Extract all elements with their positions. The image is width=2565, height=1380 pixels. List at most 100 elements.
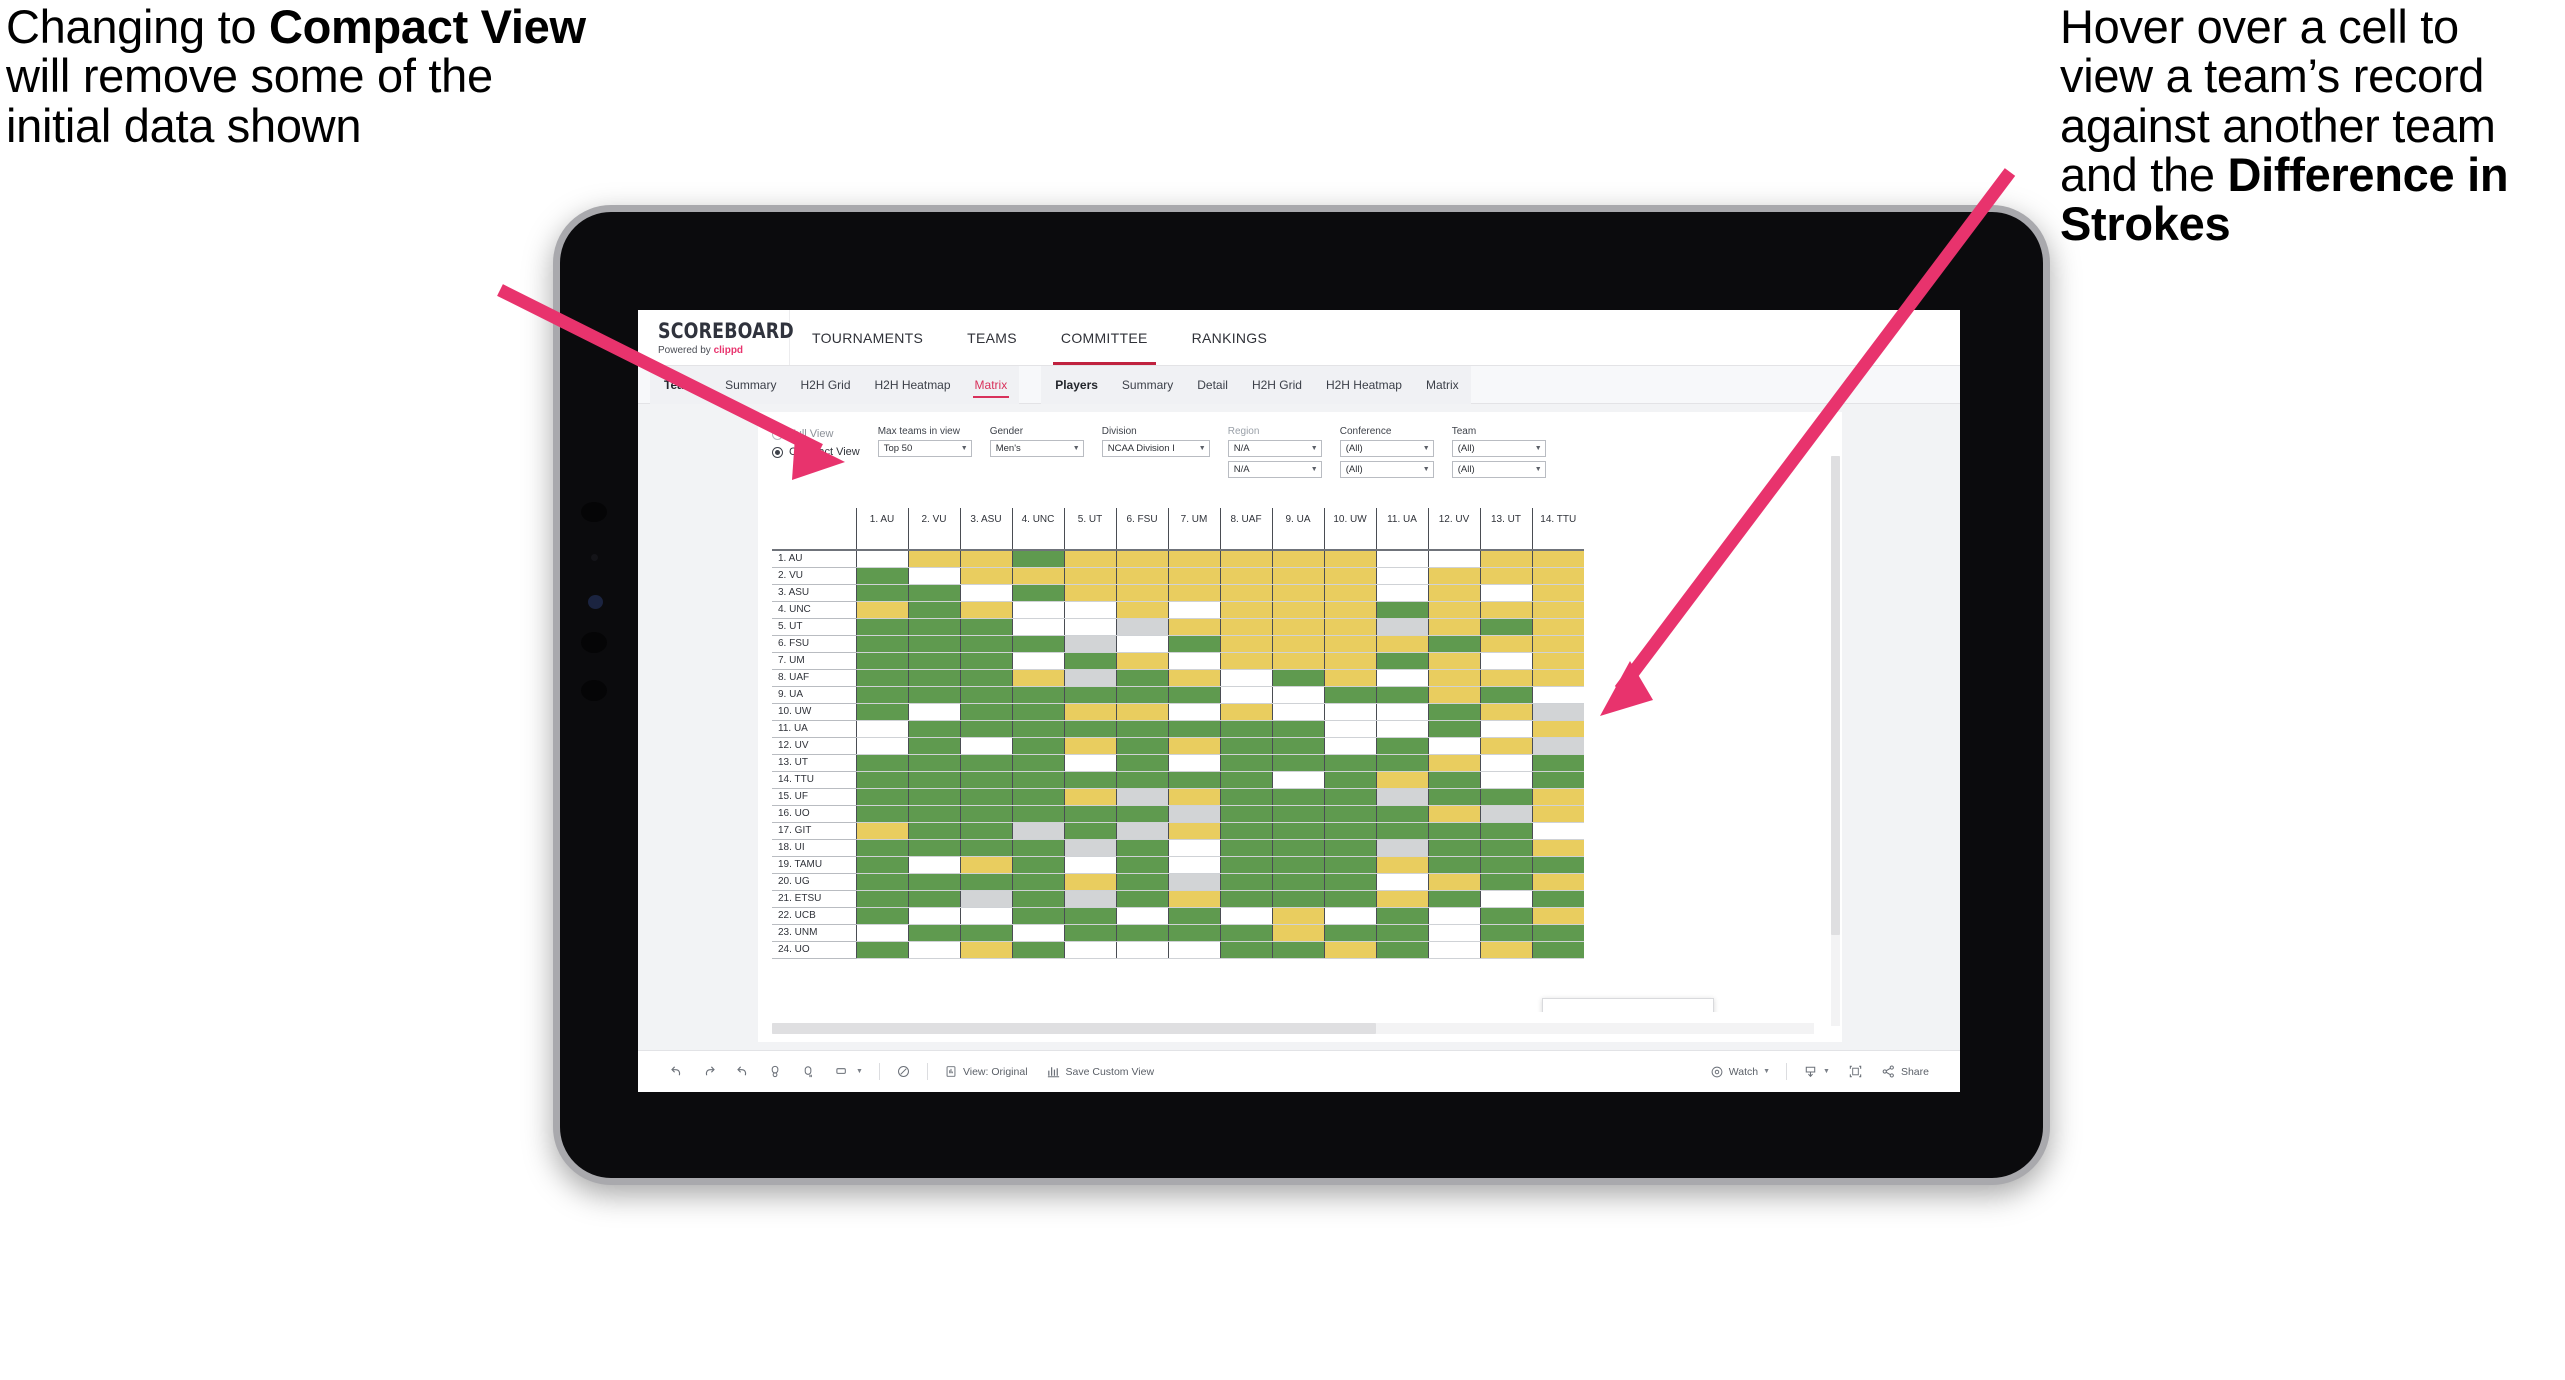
matrix-cell-r16-c8[interactable] [1219, 805, 1272, 823]
matrix-cell-r20-c2[interactable] [907, 873, 960, 891]
matrix-cell-r4-c9[interactable] [1271, 601, 1324, 619]
matrix-cell-r7-c7[interactable] [1167, 652, 1220, 670]
matrix-body[interactable]: 1. AU 2. VU 3. ASU 4. UNC 5. UT 6. FSU 7. UM 8.… [772, 550, 1584, 959]
matrix-cell-r16-c13[interactable] [1479, 805, 1532, 823]
matrix-cell-r24-c5[interactable] [1063, 941, 1116, 959]
matrix-cell-r24-c8[interactable] [1219, 941, 1272, 959]
matrix-cell-r19-c14[interactable] [1531, 856, 1584, 874]
matrix-cell-r1-c12[interactable] [1427, 550, 1480, 568]
matrix-cell-r24-c13[interactable] [1479, 941, 1532, 959]
matrix-cell-r5-c14[interactable] [1531, 618, 1584, 636]
matrix-cell-r14-c1[interactable] [855, 771, 908, 789]
matrix-cell-r15-c10[interactable] [1323, 788, 1376, 806]
matrix-cell-r1-c11[interactable] [1375, 550, 1428, 568]
matrix-cell-r13-c14[interactable] [1531, 754, 1584, 772]
matrix-cell-r11-c3[interactable] [959, 720, 1012, 738]
matrix-cell-r12-c7[interactable] [1167, 737, 1220, 755]
matrix-cell-r16-c9[interactable] [1271, 805, 1324, 823]
matrix-cell-r22-c6[interactable] [1115, 907, 1168, 925]
matrix-cell-r15-c14[interactable] [1531, 788, 1584, 806]
matrix-cell-r9-c6[interactable] [1115, 686, 1168, 704]
matrix-cell-r21-c11[interactable] [1375, 890, 1428, 908]
matrix-cell-r6-c1[interactable] [855, 635, 908, 653]
matrix-col-header-1[interactable]: 1. AU [855, 508, 908, 551]
matrix-cell-r6-c4[interactable] [1011, 635, 1064, 653]
matrix-cell-r5-c13[interactable] [1479, 618, 1532, 636]
select-region-2[interactable]: N/A ▼ [1227, 461, 1322, 478]
matrix-cell-r4-c4[interactable] [1011, 601, 1064, 619]
matrix-cell-r12-c13[interactable] [1479, 737, 1532, 755]
matrix-cell-r18-c8[interactable] [1219, 839, 1272, 857]
matrix-cell-r16-c12[interactable] [1427, 805, 1480, 823]
matrix-cell-r5-c5[interactable] [1063, 618, 1116, 636]
matrix-cell-r24-c4[interactable] [1011, 941, 1064, 959]
matrix-cell-r21-c5[interactable] [1063, 890, 1116, 908]
matrix-cell-r23-c8[interactable] [1219, 924, 1272, 942]
matrix-row-header-15[interactable]: 15. UF [772, 788, 856, 806]
matrix-cell-r8-c4[interactable] [1011, 669, 1064, 687]
matrix-cell-r6-c11[interactable] [1375, 635, 1428, 653]
matrix-cell-r13-c4[interactable] [1011, 754, 1064, 772]
matrix-cell-r4-c13[interactable] [1479, 601, 1532, 619]
matrix-cell-r10-c14[interactable] [1531, 703, 1584, 721]
tab-teams-h2h-grid[interactable]: H2H Grid [788, 366, 862, 404]
matrix-cell-r14-c9[interactable] [1271, 771, 1324, 789]
matrix-cell-r2-c7[interactable] [1167, 567, 1220, 585]
matrix-cell-r12-c11[interactable] [1375, 737, 1428, 755]
matrix-cell-r23-c5[interactable] [1063, 924, 1116, 942]
matrix-cell-r8-c2[interactable] [907, 669, 960, 687]
matrix-col-header-10[interactable]: 10. UW [1323, 508, 1376, 551]
matrix-cell-r22-c5[interactable] [1063, 907, 1116, 925]
matrix-cell-r17-c1[interactable] [855, 822, 908, 840]
matrix-cell-r8-c9[interactable] [1271, 669, 1324, 687]
matrix-cell-r5-c1[interactable] [855, 618, 908, 636]
matrix-cell-r8-c11[interactable] [1375, 669, 1428, 687]
matrix-cell-r19-c10[interactable] [1323, 856, 1376, 874]
nav-item-tournaments[interactable]: TOURNAMENTS [790, 310, 945, 365]
matrix-cell-r11-c10[interactable] [1323, 720, 1376, 738]
matrix-cell-r24-c9[interactable] [1271, 941, 1324, 959]
matrix-cell-r16-c1[interactable] [855, 805, 908, 823]
tab-players-h2h-heatmap[interactable]: H2H Heatmap [1314, 366, 1414, 404]
matrix-cell-r12-c12[interactable] [1427, 737, 1480, 755]
matrix-cell-r23-c11[interactable] [1375, 924, 1428, 942]
matrix-col-header-3[interactable]: 3. ASU [959, 508, 1012, 551]
matrix-cell-r16-c5[interactable] [1063, 805, 1116, 823]
matrix-cell-r7-c2[interactable] [907, 652, 960, 670]
matrix-cell-r23-c4[interactable] [1011, 924, 1064, 942]
matrix-cell-r19-c8[interactable] [1219, 856, 1272, 874]
matrix-col-header-9[interactable]: 9. UA [1271, 508, 1324, 551]
matrix-cell-r18-c14[interactable] [1531, 839, 1584, 857]
matrix-cell-r6-c14[interactable] [1531, 635, 1584, 653]
matrix-cell-r20-c6[interactable] [1115, 873, 1168, 891]
matrix-cell-r19-c13[interactable] [1479, 856, 1532, 874]
tab-teams-matrix[interactable]: Matrix [963, 366, 1020, 404]
matrix-row-header-22[interactable]: 22. UCB [772, 907, 856, 925]
matrix-cell-r7-c3[interactable] [959, 652, 1012, 670]
matrix-cell-r14-c8[interactable] [1219, 771, 1272, 789]
matrix-cell-r3-c5[interactable] [1063, 584, 1116, 602]
matrix-cell-r17-c9[interactable] [1271, 822, 1324, 840]
matrix-cell-r20-c12[interactable] [1427, 873, 1480, 891]
matrix-cell-r9-c1[interactable] [855, 686, 908, 704]
matrix-cell-r23-c9[interactable] [1271, 924, 1324, 942]
matrix-cell-r18-c9[interactable] [1271, 839, 1324, 857]
matrix-cell-r21-c6[interactable] [1115, 890, 1168, 908]
matrix-cell-r13-c7[interactable] [1167, 754, 1220, 772]
matrix-cell-r20-c5[interactable] [1063, 873, 1116, 891]
vertical-scrollbar[interactable] [1831, 456, 1840, 1026]
matrix-cell-r10-c1[interactable] [855, 703, 908, 721]
pause-auto-update-icon[interactable] [887, 1064, 920, 1079]
matrix-cell-r6-c6[interactable] [1115, 635, 1168, 653]
matrix-cell-r19-c11[interactable] [1375, 856, 1428, 874]
matrix-cell-r13-c1[interactable] [855, 754, 908, 772]
matrix-cell-r19-c2[interactable] [907, 856, 960, 874]
matrix-cell-r15-c11[interactable] [1375, 788, 1428, 806]
matrix-row-header-9[interactable]: 9. UA [772, 686, 856, 704]
matrix-cell-r14-c12[interactable] [1427, 771, 1480, 789]
matrix-cell-r6-c9[interactable] [1271, 635, 1324, 653]
radio-compact-view[interactable]: Compact View [772, 446, 860, 458]
matrix-cell-r1-c9[interactable] [1271, 550, 1324, 568]
matrix-cell-r20-c9[interactable] [1271, 873, 1324, 891]
matrix-cell-r14-c13[interactable] [1479, 771, 1532, 789]
